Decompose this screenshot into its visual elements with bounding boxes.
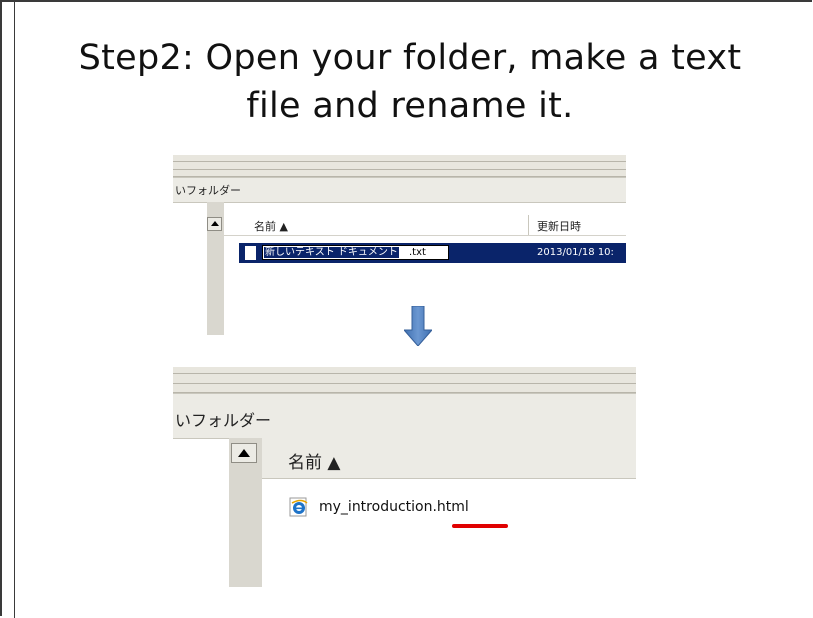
scroll-up-icon[interactable] [207, 217, 222, 231]
ie-file-icon [289, 497, 308, 517]
address-text: いフォルダー [175, 184, 241, 197]
explorer-screenshot-after: いフォルダー 名前 ▲ my_introduction.html [173, 367, 636, 587]
file-row-selected[interactable]: 新しいテキスト ドキュメント .txt 2013/01/18 10: [239, 243, 626, 263]
down-arrow-icon [404, 306, 432, 346]
title-line-1: Step2: Open your folder, make a text [78, 38, 742, 78]
column-header: 名前 ▲ 更新日時 [224, 215, 626, 236]
file-date: 2013/01/18 10: [537, 247, 614, 258]
column-header-name[interactable]: 名前 ▲ [288, 448, 340, 473]
rename-extension: .txt [409, 247, 426, 258]
rename-input[interactable]: 新しいテキスト ドキュメント .txt [262, 245, 449, 260]
title-line-2: file and rename it. [246, 86, 574, 126]
file-name: my_introduction.html [319, 499, 469, 515]
column-header-date[interactable]: 更新日時 [537, 218, 581, 234]
scroll-up-icon[interactable] [231, 443, 257, 463]
column-header-name[interactable]: 名前 ▲ [254, 218, 288, 234]
address-text: いフォルダー [175, 411, 272, 430]
toolbar-band [173, 155, 626, 177]
slide-title: Step2: Open your folder, make a text fil… [30, 34, 790, 130]
address-bar[interactable]: いフォルダー [173, 177, 626, 203]
rename-selected-text: 新しいテキスト ドキュメント [264, 247, 399, 258]
explorer-screenshot-before: いフォルダー 名前 ▲ 更新日時 新しいテキスト ドキュメント .txt 201… [173, 155, 626, 335]
toolbar-band [173, 367, 636, 393]
extension-underline [452, 524, 508, 528]
address-bar[interactable]: いフォルダー [173, 393, 636, 439]
column-header: 名前 ▲ [262, 438, 636, 479]
text-file-icon [245, 246, 256, 260]
